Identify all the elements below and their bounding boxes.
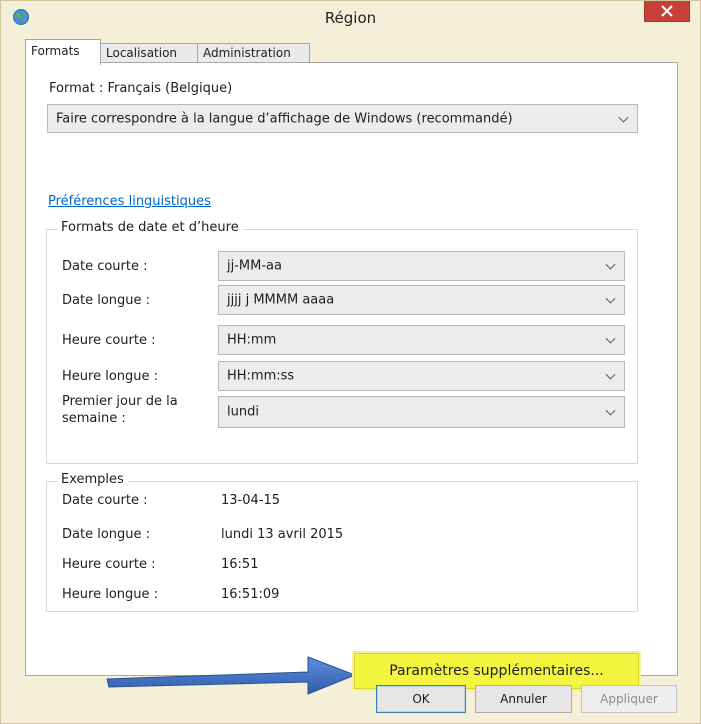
long-time-select[interactable]: HH:mm:ss [218, 361, 625, 391]
first-day-value: lundi [227, 404, 259, 420]
format-select-value: Faire correspondre à la langue d’afficha… [56, 111, 513, 126]
arrow-annotation-icon [106, 656, 357, 695]
long-date-value: jjjj j MMMM aaaa [227, 292, 335, 308]
long-date-label: Date longue : [62, 293, 151, 308]
window-title: Région [324, 9, 377, 27]
additional-settings-button[interactable]: Paramètres supplémentaires... [354, 653, 639, 689]
tab-localisation[interactable]: Localisation [100, 43, 198, 63]
apply-button[interactable]: Appliquer [581, 685, 677, 713]
close-icon [661, 5, 673, 17]
chevron-down-icon [618, 112, 629, 123]
example-short-date-label: Date courte : [62, 493, 148, 508]
language-preferences-link[interactable]: Préférences linguistiques [48, 194, 211, 209]
example-long-date-value: lundi 13 avril 2015 [221, 527, 344, 542]
region-dialog: Région Formats Localisation Administrati… [0, 0, 701, 724]
example-short-time-value: 16:51 [221, 557, 259, 572]
tab-formats[interactable]: Formats [25, 39, 101, 65]
tab-administration[interactable]: Administration [197, 43, 310, 63]
chevron-down-icon [605, 369, 616, 380]
example-long-date-label: Date longue : [62, 527, 151, 542]
chevron-down-icon [605, 333, 616, 344]
format-select[interactable]: Faire correspondre à la langue d’afficha… [47, 104, 638, 133]
short-date-value: jj-MM-aa [227, 258, 282, 274]
short-date-select[interactable]: jj-MM-aa [218, 251, 625, 281]
format-label: Format : Français (Belgique) [49, 81, 233, 96]
examples-title: Exemples [57, 472, 128, 487]
long-date-select[interactable]: jjjj j MMMM aaaa [218, 285, 625, 315]
first-day-label: Premier jour de la semaine : [62, 394, 178, 426]
short-time-select[interactable]: HH:mm [218, 325, 625, 355]
example-long-time-value: 16:51:09 [221, 587, 280, 602]
short-time-label: Heure courte : [62, 333, 156, 348]
title-bar: Région [1, 1, 700, 35]
cancel-button[interactable]: Annuler [475, 685, 572, 713]
example-short-date-value: 13-04-15 [221, 493, 281, 508]
long-time-label: Heure longue : [62, 369, 159, 384]
first-day-select[interactable]: lundi [218, 396, 625, 428]
example-long-time-label: Heure longue : [62, 587, 159, 602]
short-date-label: Date courte : [62, 259, 148, 274]
ok-button[interactable]: OK [376, 685, 466, 713]
datetime-formats-title: Formats de date et d’heure [57, 220, 243, 235]
chevron-down-icon [605, 405, 616, 416]
chevron-down-icon [605, 259, 616, 270]
short-time-value: HH:mm [227, 332, 277, 348]
chevron-down-icon [605, 293, 616, 304]
long-time-value: HH:mm:ss [227, 368, 295, 384]
close-button[interactable] [644, 1, 690, 22]
example-short-time-label: Heure courte : [62, 557, 156, 572]
